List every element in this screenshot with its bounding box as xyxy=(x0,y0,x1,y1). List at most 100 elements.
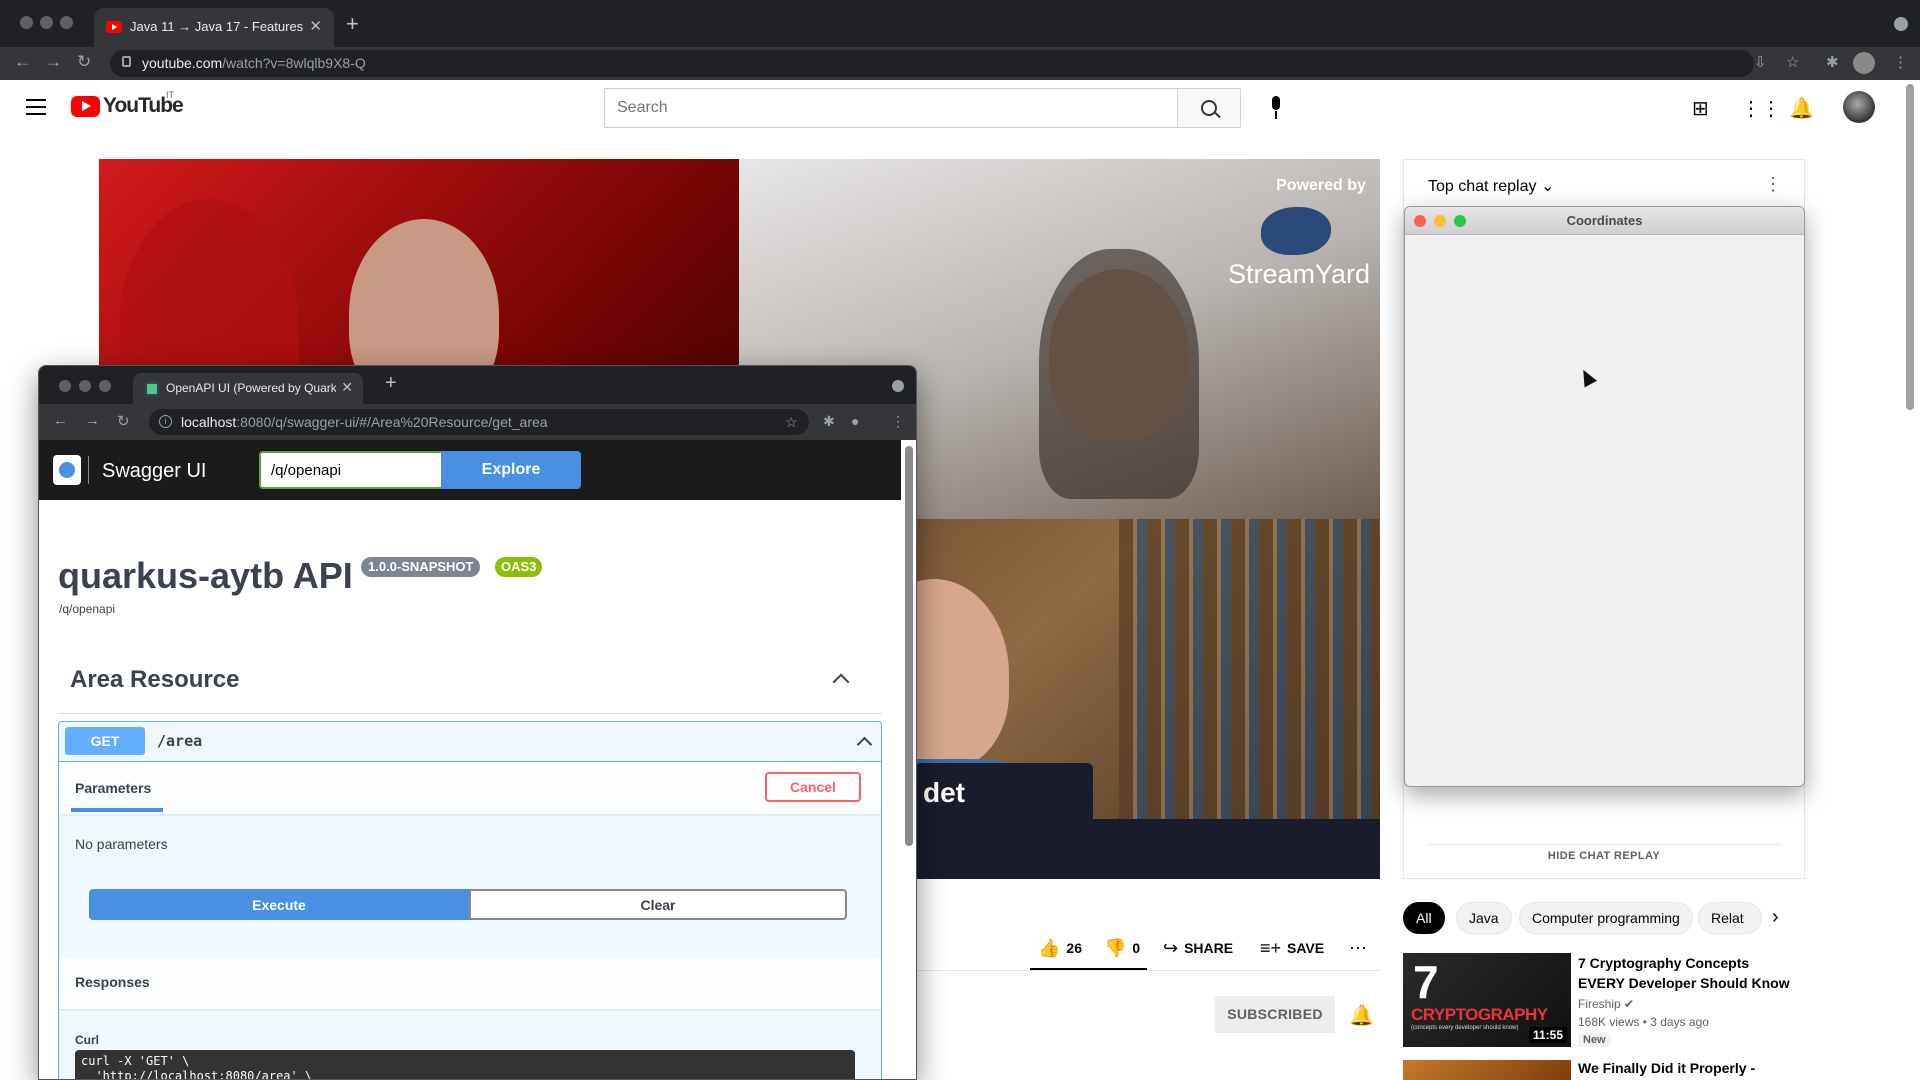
window-close-dot[interactable] xyxy=(20,16,33,29)
profile-avatar[interactable] xyxy=(1853,52,1875,74)
playlist-add-icon: ≡+ xyxy=(1260,937,1282,958)
notifications-bell-icon[interactable]: 🔔 xyxy=(1789,96,1814,121)
new-badge: New xyxy=(1578,1033,1611,1047)
channel-bell-icon[interactable]: 🔔 xyxy=(1349,1003,1374,1028)
coordinates-close-dot[interactable] xyxy=(1414,215,1426,227)
share-button[interactable]: ↪ SHARE xyxy=(1163,930,1233,966)
window-minimize-dot[interactable] xyxy=(40,16,53,29)
reload-icon[interactable]: ↻ xyxy=(117,412,130,430)
tab-search-icon[interactable] xyxy=(1894,17,1908,31)
chip-computer-programming[interactable]: Computer programming xyxy=(1519,902,1693,934)
parameters-header: Parameters Cancel xyxy=(59,762,881,814)
back-arrow-icon[interactable]: ← xyxy=(14,52,31,72)
browser-menu-icon[interactable]: ⋮ xyxy=(891,413,905,430)
browser-tab-openapi[interactable]: OpenAPI UI (Powered by Quark ✕ xyxy=(133,373,363,404)
hide-chat-replay-button[interactable]: HIDE CHAT REPLAY xyxy=(1404,850,1804,862)
menu-icon[interactable] xyxy=(26,99,46,115)
more-actions-button[interactable]: ⋯ xyxy=(1349,930,1367,966)
recommendation-item[interactable]: 7 CRYPTOGRAPHY (concepts every developer… xyxy=(1403,953,1805,1053)
cancel-button[interactable]: Cancel xyxy=(765,772,861,802)
tab-parameters[interactable]: Parameters xyxy=(75,780,151,796)
version-badge: 1.0.0-SNAPSHOT xyxy=(361,557,481,577)
swagger-address-bar[interactable]: i localhost:8080/q/swagger-ui/#/Area%20R… xyxy=(149,409,809,435)
close-tab-icon[interactable]: ✕ xyxy=(309,17,322,35)
reload-icon[interactable]: ↻ xyxy=(77,52,91,72)
api-title: quarkus-aytb API xyxy=(58,555,353,596)
like-button[interactable]: 👍 26 xyxy=(1038,930,1082,966)
extensions-puzzle-icon[interactable]: ✱ xyxy=(1826,53,1839,71)
swagger-close-dot[interactable] xyxy=(59,380,71,392)
browser-toolbar: ← → ↻ youtube.com/watch?v=8wlqlb9X8-Q ⇩ … xyxy=(0,47,1920,80)
chip-related[interactable]: Relat xyxy=(1698,902,1762,934)
site-info-icon[interactable]: i xyxy=(159,415,172,428)
bookmark-star-icon[interactable]: ☆ xyxy=(785,414,798,431)
browser-tab-youtube[interactable]: Java 11 → Java 17 - Features & ✕ xyxy=(94,8,334,47)
page-scrollbar[interactable] xyxy=(1906,84,1914,410)
dislike-button[interactable]: 👎 0 xyxy=(1104,930,1140,966)
subscribed-button[interactable]: SUBSCRIBED xyxy=(1215,996,1335,1033)
back-arrow-icon[interactable]: ← xyxy=(53,412,68,429)
chat-menu-icon[interactable]: ⋮ xyxy=(1764,174,1782,195)
close-tab-icon[interactable]: ✕ xyxy=(341,379,353,396)
country-code: IT xyxy=(166,90,174,100)
no-parameters-text: No parameters xyxy=(75,836,168,852)
video-thumbnail[interactable] xyxy=(1403,1060,1571,1080)
chevron-up-icon[interactable] xyxy=(832,673,850,691)
forward-arrow-icon[interactable]: → xyxy=(85,412,100,429)
operation-summary[interactable]: GET /area xyxy=(59,722,881,762)
swagger-scrollbar[interactable] xyxy=(905,446,913,846)
install-app-icon[interactable]: ⇩ xyxy=(1754,53,1767,71)
coordinates-titlebar[interactable]: Coordinates xyxy=(1405,207,1804,235)
swagger-brand[interactable]: Swagger UI xyxy=(102,460,207,483)
extensions-puzzle-icon[interactable]: ✱ xyxy=(823,413,835,430)
swagger-topbar: Swagger UI Explore xyxy=(39,440,901,500)
search-box xyxy=(604,88,1178,128)
responses-header: Responses xyxy=(59,957,881,1009)
recommendation-title[interactable]: 7 Cryptography Concepts EVERY Developer … xyxy=(1578,953,1798,993)
coordinates-zoom-dot[interactable] xyxy=(1454,215,1466,227)
youtube-favicon-icon xyxy=(106,21,122,33)
chip-java[interactable]: Java xyxy=(1456,902,1512,934)
recommendation-title[interactable]: We Finally Did it Properly - xyxy=(1578,1060,1755,1076)
responses-title: Responses xyxy=(75,974,150,990)
chevron-up-icon[interactable] xyxy=(856,736,873,753)
coordinates-minimize-dot[interactable] xyxy=(1434,215,1446,227)
chat-mode-selector[interactable]: Top chat replay ⌄ xyxy=(1428,176,1554,196)
clear-button[interactable]: Clear xyxy=(469,889,847,920)
search-button[interactable] xyxy=(1177,88,1241,128)
tab-search-icon[interactable] xyxy=(892,380,904,392)
search-input[interactable] xyxy=(605,89,1145,127)
video-thumbnail[interactable]: 7 CRYPTOGRAPHY (concepts every developer… xyxy=(1403,953,1571,1047)
save-button[interactable]: ≡+ SAVE xyxy=(1260,930,1324,966)
swagger-logo-icon[interactable] xyxy=(53,455,81,485)
new-tab-icon[interactable]: + xyxy=(385,372,397,395)
chips-next-arrow-icon[interactable]: › xyxy=(1772,906,1779,929)
explore-button[interactable]: Explore xyxy=(441,451,581,489)
chip-all[interactable]: All xyxy=(1403,902,1445,934)
swagger-minimize-dot[interactable] xyxy=(79,380,91,392)
bookmark-star-icon[interactable]: ☆ xyxy=(1786,53,1799,71)
browser-menu-icon[interactable]: ⋮ xyxy=(1893,53,1908,71)
swagger-maximize-dot[interactable] xyxy=(99,380,111,392)
forward-arrow-icon[interactable]: → xyxy=(45,52,62,72)
apps-grid-icon[interactable]: ⋮⋮ xyxy=(1741,96,1781,121)
tag-title[interactable]: Area Resource xyxy=(70,666,239,694)
profile-avatar-icon[interactable]: ● xyxy=(851,413,859,429)
address-bar[interactable]: youtube.com/watch?v=8wlqlb9X8-Q xyxy=(110,50,1754,77)
api-spec-link[interactable]: /q/openapi xyxy=(59,602,115,616)
youtube-logo-icon[interactable] xyxy=(71,96,100,117)
recommendation-item[interactable]: We Finally Did it Properly - xyxy=(1403,1060,1805,1080)
create-video-icon[interactable]: ⊞ xyxy=(1692,96,1709,121)
swagger-favicon-icon xyxy=(145,382,159,396)
spec-url-input[interactable] xyxy=(259,451,441,489)
account-avatar[interactable] xyxy=(1843,91,1875,123)
more-horiz-icon: ⋯ xyxy=(1349,937,1367,958)
voice-search-icon[interactable] xyxy=(1258,90,1294,126)
new-tab-icon[interactable]: + xyxy=(346,11,359,37)
execute-button[interactable]: Execute xyxy=(89,889,469,920)
window-maximize-dot[interactable] xyxy=(60,16,73,29)
curl-command[interactable]: curl -X 'GET' \ 'http://localhost:8080/a… xyxy=(75,1050,855,1079)
oas-badge: OAS3 xyxy=(495,557,543,577)
streamyard-label: StreamYard xyxy=(1227,259,1371,289)
recommendation-channel[interactable]: Fireship ✔ xyxy=(1578,997,1634,1011)
